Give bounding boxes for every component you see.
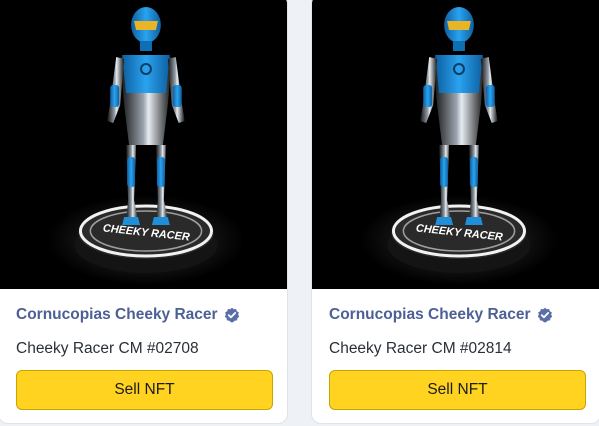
collection-label[interactable]: Cornucopias Cheeky Racer <box>329 306 531 324</box>
nft-image[interactable]: CHEEKY RACER <box>312 0 599 289</box>
nft-image[interactable]: CHEEKY RACER <box>0 0 287 289</box>
nft-name: Cheeky Racer CM #02708 <box>16 340 199 357</box>
collection-name[interactable]: Cornucopias Cheeky Racer <box>16 306 240 324</box>
nft-name: Cheeky Racer CM #02814 <box>329 340 512 357</box>
nft-card[interactable]: CHEEKY RACER Cornucopias Cheeky Racer Ch… <box>311 0 599 424</box>
collection-name[interactable]: Cornucopias Cheeky Racer <box>329 306 553 324</box>
nft-card[interactable]: CHEEKY RACER Cornucopias Cheeky Racer Ch… <box>0 0 288 424</box>
collection-label[interactable]: Cornucopias Cheeky Racer <box>16 306 218 324</box>
verified-badge-icon <box>537 307 553 323</box>
verified-badge-icon <box>224 307 240 323</box>
sell-nft-button[interactable]: Sell NFT <box>16 370 273 410</box>
sell-nft-button[interactable]: Sell NFT <box>329 370 586 410</box>
